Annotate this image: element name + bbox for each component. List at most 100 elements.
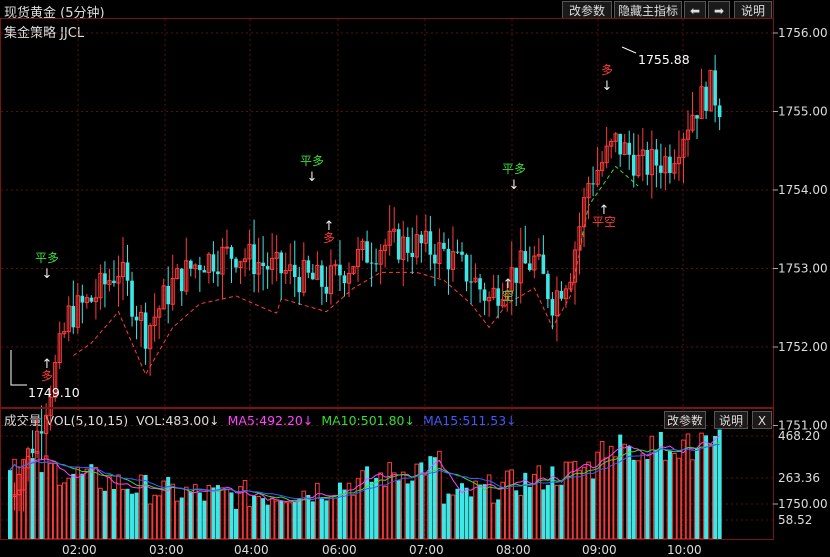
candle-body [365, 241, 369, 263]
volume-bar [640, 453, 646, 540]
candle-body [559, 290, 564, 299]
volume-bar [315, 482, 320, 540]
volume-bar [229, 492, 234, 539]
signal-arrow-icon: ↓ [42, 267, 53, 282]
volume-bar [387, 462, 392, 540]
volume-bar [43, 455, 49, 540]
candle-body [464, 254, 469, 282]
volume-bar [355, 478, 361, 540]
volume-bar [98, 487, 103, 540]
candle-body [659, 165, 663, 173]
volume-bar [52, 463, 58, 540]
candle-body [130, 280, 134, 317]
candle-body [410, 252, 415, 257]
volume-bar [57, 484, 63, 540]
volume-bar [455, 488, 460, 539]
candle-body [717, 105, 722, 118]
candle-body [252, 244, 256, 275]
volume-bar [152, 494, 157, 540]
volume-bar [183, 486, 189, 540]
signal-arrow-icon: ↑ [599, 203, 610, 218]
candle-body [103, 273, 107, 285]
volume-bar [39, 472, 44, 539]
low-leader-line [10, 350, 27, 386]
volume-bar [188, 491, 193, 539]
high-leader-line [621, 46, 637, 54]
volume-bar [378, 472, 383, 540]
price-tick-label: 1750.00 [778, 497, 828, 511]
volume-bar [441, 503, 446, 539]
volume-bar [400, 471, 406, 540]
volume-bar [405, 483, 410, 539]
volume-bar [663, 459, 668, 540]
signal-arrow-icon: ↑ [324, 219, 335, 234]
volume-bar [518, 495, 524, 540]
signal-arrow-icon: ↓ [602, 79, 613, 94]
volume-bar [704, 435, 709, 539]
signal-label: 多 [601, 63, 613, 77]
volume-bar [618, 434, 623, 539]
volume-bar [667, 450, 672, 539]
candle-body [179, 268, 184, 292]
price-tick-label: 1755.00 [778, 105, 828, 119]
candle-body [342, 275, 347, 284]
volume-bar [120, 488, 126, 540]
candle-body [627, 142, 632, 155]
volume-bar [234, 508, 238, 539]
candle-body [39, 431, 44, 434]
volume-bar [220, 487, 225, 540]
volume-bar [111, 489, 116, 539]
volume-bar [48, 463, 53, 540]
candle-body [189, 260, 193, 269]
volume-bar [170, 483, 176, 540]
volume-bar [541, 489, 546, 539]
volume-bar [337, 482, 342, 539]
volume-bar [138, 474, 144, 540]
candle-body [125, 262, 130, 281]
volume-bar [500, 481, 505, 540]
volume-bar [577, 469, 582, 540]
volume-bar [242, 479, 248, 540]
candle-body [30, 448, 35, 454]
volume-bar [224, 489, 230, 540]
volume-bar [627, 446, 632, 539]
volume-bar [410, 480, 415, 539]
candle-body [469, 281, 473, 283]
candle-body [71, 305, 76, 328]
candle-body [338, 264, 342, 276]
volume-bar [256, 495, 261, 540]
volume-bar [197, 492, 202, 539]
candle-body [292, 264, 297, 278]
volume-bar [71, 473, 76, 539]
volume-bar [202, 500, 207, 539]
volume-bar [536, 465, 542, 540]
candle-body [419, 234, 424, 244]
volume-bar [559, 484, 564, 539]
volume-bar [310, 501, 315, 539]
candle-body [234, 258, 238, 268]
signal-label: 平多 [300, 154, 324, 168]
candle-body [166, 285, 170, 305]
time-tick-label: 07:00 [409, 543, 444, 557]
time-tick-label: 03:00 [149, 543, 184, 557]
volume-bar [554, 484, 560, 540]
volume-bar [604, 457, 609, 540]
candle-body [668, 156, 672, 174]
price-tick-label: 1753.00 [778, 262, 828, 276]
candle-body [523, 251, 528, 264]
candle-body [442, 242, 446, 249]
candle-body [211, 254, 216, 272]
volume-tick-label: 263.36 [778, 471, 820, 485]
volume-bar [437, 450, 442, 540]
volume-bar [672, 453, 677, 540]
volume-bar [563, 461, 569, 540]
time-tick-label: 04:00 [234, 543, 269, 557]
volume-bar [292, 501, 297, 539]
strategy-line [72, 165, 639, 376]
candle-body [550, 299, 555, 316]
volume-bar [328, 496, 334, 540]
volume-bar [238, 486, 243, 540]
candle-body [618, 133, 622, 155]
candle-body [704, 86, 708, 111]
candle-body [143, 312, 148, 349]
